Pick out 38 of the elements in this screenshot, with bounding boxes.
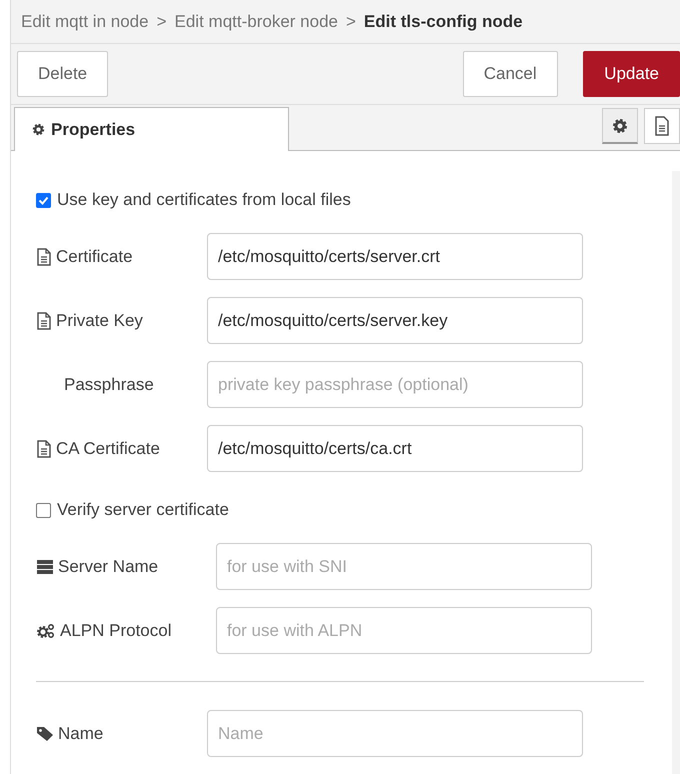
action-button[interactable]: Delete xyxy=(17,51,108,98)
field-label: Name xyxy=(58,722,104,745)
settings-button[interactable] xyxy=(602,108,638,144)
input-field[interactable]: /etc/mosquitto/certs/server.key xyxy=(207,297,583,344)
checkbox[interactable] xyxy=(36,502,51,518)
field-label: ALPN Protocol xyxy=(60,620,172,642)
breadcrumb-item[interactable]: Edit mqtt in node xyxy=(21,8,149,34)
breadcrumb-item: Edit tls-config node xyxy=(364,10,523,33)
checkbox-label: Verify server certificate xyxy=(57,499,229,522)
tab[interactable]: Properties xyxy=(14,107,289,151)
server-icon xyxy=(36,558,54,574)
input-field[interactable]: /etc/mosquitto/certs/server.crt xyxy=(207,233,583,280)
input-field[interactable]: for use with ALPN xyxy=(216,607,592,654)
tag-icon xyxy=(36,726,54,742)
input-field[interactable]: private key passphrase (optional) xyxy=(207,361,583,408)
field-label: CA Certificate xyxy=(56,438,160,460)
file-icon xyxy=(36,440,52,458)
file-icon xyxy=(36,312,52,330)
checkbox-label: Use key and certificates from local files xyxy=(57,189,351,212)
action-button[interactable]: Cancel xyxy=(462,51,558,98)
input-field[interactable]: Name xyxy=(207,710,583,757)
breadcrumb-item[interactable]: Edit mqtt-broker node xyxy=(174,8,338,34)
document-icon xyxy=(654,116,670,136)
separator: > xyxy=(346,10,356,33)
document-button[interactable] xyxy=(644,108,680,144)
gears-icon xyxy=(36,622,56,638)
settings-icon xyxy=(612,118,628,134)
update-button[interactable]: Update xyxy=(583,51,680,98)
checkbox[interactable] xyxy=(36,192,51,208)
gear-icon xyxy=(32,123,45,136)
input-field[interactable]: for use with SNI xyxy=(216,543,592,590)
field-label: Certificate xyxy=(56,246,133,268)
field-label: Server Name xyxy=(58,556,158,578)
field-label: Passphrase xyxy=(63,374,154,396)
field-label: Private Key xyxy=(56,310,143,332)
separator: > xyxy=(156,10,167,33)
input-field[interactable]: /etc/mosquitto/certs/ca.crt xyxy=(207,425,583,472)
file-icon xyxy=(36,248,52,266)
